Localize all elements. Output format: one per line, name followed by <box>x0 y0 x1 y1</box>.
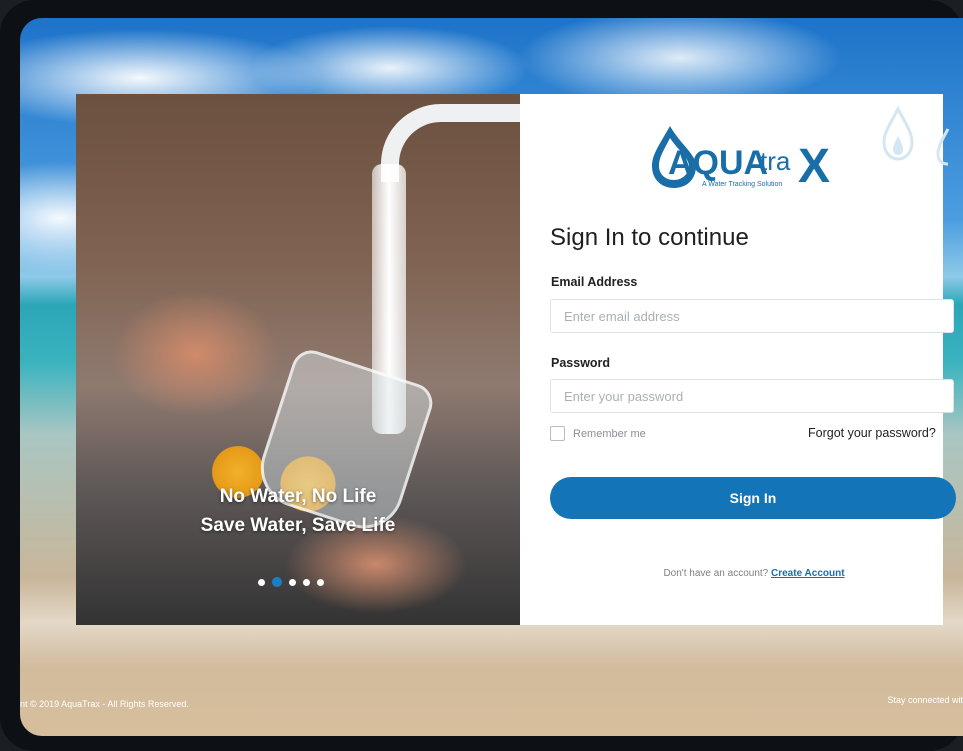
create-account-row: Don't have an account? Create Account <box>520 568 963 579</box>
tablet-frame: nt © 2019 AquaTrax - All Rights Reserved… <box>0 0 963 751</box>
slogan-line-2: Save Water, Save Life <box>200 515 396 536</box>
carousel-dot[interactable] <box>303 578 310 586</box>
carousel-dot[interactable] <box>289 578 296 586</box>
email-label: Email Address <box>551 275 638 289</box>
forgot-password-link[interactable]: Forgot your password? <box>808 426 936 440</box>
water-drop-icon <box>882 106 914 161</box>
logo-tagline: A Water Tracking Solution <box>702 181 782 188</box>
carousel-dot[interactable] <box>317 578 324 586</box>
remember-me-label: Remember me <box>573 427 646 440</box>
aquatrax-logo: AQUA tra X A Water Tracking Solution <box>652 126 830 193</box>
login-card: AQUA tra X A Water Tracking Solution Sig… <box>520 94 956 625</box>
sign-in-button[interactable]: Sign In <box>550 477 956 519</box>
water-drop-icon <box>936 128 950 166</box>
logo-x-text: X <box>798 140 830 193</box>
carousel-indicators <box>258 577 324 587</box>
hero-image-panel: No Water, No Life Save Water, Save Life <box>76 94 520 625</box>
password-field[interactable] <box>550 379 954 413</box>
page-title: Sign In to continue <box>550 224 749 251</box>
stay-connected-text: Stay connected wit <box>887 695 963 705</box>
email-field[interactable] <box>550 299 954 333</box>
logo-main-text: AQUA <box>668 144 768 182</box>
create-account-link[interactable]: Create Account <box>771 568 845 579</box>
carousel-dot-active[interactable] <box>272 577 282 587</box>
slogan-line-1: No Water, No Life <box>219 486 377 507</box>
glass-illustration <box>250 345 438 539</box>
password-label: Password <box>551 356 611 370</box>
logo-sub-text: tra <box>760 146 791 176</box>
account-prompt: Don't have an account? <box>663 568 769 579</box>
copyright-text: nt © 2019 AquaTrax - All Rights Reserved… <box>20 699 189 709</box>
remember-me-row[interactable]: Remember me <box>550 426 646 441</box>
remember-me-checkbox[interactable] <box>550 426 565 441</box>
carousel-dot[interactable] <box>258 578 265 586</box>
